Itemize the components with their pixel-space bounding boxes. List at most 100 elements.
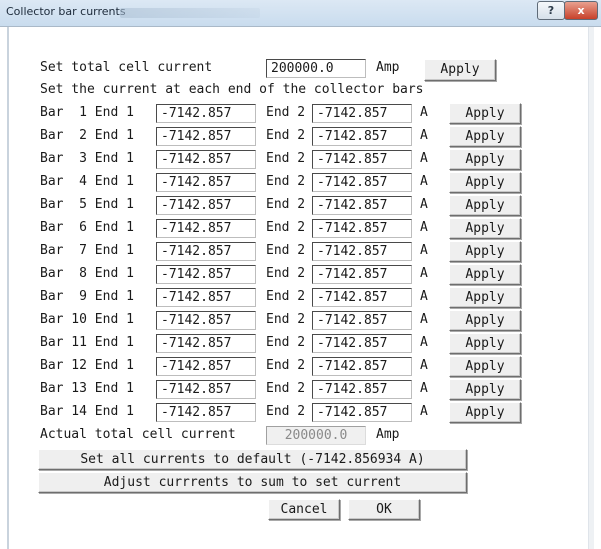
bar-label: Bar 10 End 1: [40, 312, 134, 327]
bar-apply-button[interactable]: Apply: [449, 126, 521, 147]
total-current-apply-button[interactable]: Apply: [424, 59, 496, 81]
bar-end1-input[interactable]: -7142.857: [156, 173, 256, 192]
bar-end2-input[interactable]: -7142.857: [312, 311, 412, 330]
bar-apply-button[interactable]: Apply: [449, 195, 521, 216]
bar-apply-button[interactable]: Apply: [449, 172, 521, 193]
bar-end2-input[interactable]: -7142.857: [312, 334, 412, 353]
bar-end1-input[interactable]: -7142.857: [156, 242, 256, 261]
bar-end1-input[interactable]: -7142.857: [156, 403, 256, 422]
bar-end2-input[interactable]: -7142.857: [312, 173, 412, 192]
bar-end2-label: End 2: [266, 151, 306, 166]
bar-apply-button[interactable]: Apply: [449, 310, 521, 331]
bar-label: Bar 6 End 1: [40, 220, 134, 235]
bar-end2-label: End 2: [266, 266, 306, 281]
window-frame-left: [7, 27, 9, 549]
bar-label: Bar 5 End 1: [40, 197, 134, 212]
bar-end2-label: End 2: [266, 174, 306, 189]
bar-label: Bar 7 End 1: [40, 243, 134, 258]
bar-end2-label: End 2: [266, 404, 306, 419]
bar-label: Bar 4 End 1: [40, 174, 134, 189]
bar-apply-button[interactable]: Apply: [449, 379, 521, 400]
bar-label: Bar 3 End 1: [40, 151, 134, 166]
bar-end1-input[interactable]: -7142.857: [156, 196, 256, 215]
bar-end2-label: End 2: [266, 335, 306, 350]
bar-unit: A: [420, 174, 428, 189]
help-button[interactable]: ?: [537, 1, 565, 20]
set-default-currents-button[interactable]: Set all currents to default (-7142.85693…: [38, 449, 467, 470]
bar-label: Bar 8 End 1: [40, 266, 134, 281]
actual-current-label: Actual total cell current: [40, 427, 236, 442]
bar-unit: A: [420, 335, 428, 350]
bar-apply-button[interactable]: Apply: [449, 103, 521, 124]
bar-apply-button[interactable]: Apply: [449, 356, 521, 377]
bar-end2-input[interactable]: -7142.857: [312, 127, 412, 146]
bar-unit: A: [420, 404, 428, 419]
bar-end2-input[interactable]: -7142.857: [312, 196, 412, 215]
bar-end1-input[interactable]: -7142.857: [156, 380, 256, 399]
bar-end2-input[interactable]: -7142.857: [312, 219, 412, 238]
bar-end2-input[interactable]: -7142.857: [312, 403, 412, 422]
bar-unit: A: [420, 151, 428, 166]
bar-unit: A: [420, 197, 428, 212]
bar-label: Bar 9 End 1: [40, 289, 134, 304]
bar-apply-button[interactable]: Apply: [449, 218, 521, 239]
bar-end2-input[interactable]: -7142.857: [312, 357, 412, 376]
total-current-unit: Amp: [376, 60, 400, 75]
bar-end2-input[interactable]: -7142.857: [312, 150, 412, 169]
bar-label: Bar 12 End 1: [40, 358, 134, 373]
total-current-input[interactable]: 200000.0: [266, 59, 366, 78]
window-frame-right: [588, 27, 594, 549]
bar-label: Bar 13 End 1: [40, 381, 134, 396]
bar-unit: A: [420, 358, 428, 373]
ok-button[interactable]: OK: [348, 499, 420, 520]
bar-label: Bar 11 End 1: [40, 335, 134, 350]
bar-apply-button[interactable]: Apply: [449, 287, 521, 308]
bar-unit: A: [420, 289, 428, 304]
bar-end2-label: End 2: [266, 105, 306, 120]
bar-end2-label: End 2: [266, 289, 306, 304]
close-button[interactable]: x: [564, 1, 598, 20]
bar-apply-button[interactable]: Apply: [449, 333, 521, 354]
bar-apply-button[interactable]: Apply: [449, 402, 521, 423]
total-current-label: Set total cell current: [40, 60, 213, 75]
bar-end1-input[interactable]: -7142.857: [156, 288, 256, 307]
bar-end2-label: End 2: [266, 381, 306, 396]
bar-end2-input[interactable]: -7142.857: [312, 288, 412, 307]
bar-end1-input[interactable]: -7142.857: [156, 219, 256, 238]
bar-end2-input[interactable]: -7142.857: [312, 265, 412, 284]
bar-end1-input[interactable]: -7142.857: [156, 104, 256, 123]
bar-label: Bar 1 End 1: [40, 105, 134, 120]
bar-end2-input[interactable]: -7142.857: [312, 104, 412, 123]
bar-end2-input[interactable]: -7142.857: [312, 380, 412, 399]
bar-end1-input[interactable]: -7142.857: [156, 334, 256, 353]
bar-end2-label: End 2: [266, 243, 306, 258]
bar-end2-label: End 2: [266, 197, 306, 212]
bar-apply-button[interactable]: Apply: [449, 149, 521, 170]
bar-unit: A: [420, 128, 428, 143]
bar-end1-input[interactable]: -7142.857: [156, 311, 256, 330]
bar-end2-label: End 2: [266, 220, 306, 235]
bar-end1-input[interactable]: -7142.857: [156, 127, 256, 146]
cancel-button[interactable]: Cancel: [268, 499, 340, 520]
bar-end2-label: End 2: [266, 358, 306, 373]
bar-end2-label: End 2: [266, 128, 306, 143]
bar-unit: A: [420, 381, 428, 396]
bar-unit: A: [420, 220, 428, 235]
title-bar-overlay: [120, 8, 260, 18]
bar-apply-button[interactable]: Apply: [449, 264, 521, 285]
bar-end1-input[interactable]: -7142.857: [156, 357, 256, 376]
bar-unit: A: [420, 105, 428, 120]
bar-end1-input[interactable]: -7142.857: [156, 150, 256, 169]
adjust-currents-button[interactable]: Adjust currrents to sum to set current: [38, 472, 467, 493]
window-title: Collector bar currents: [6, 5, 126, 18]
bar-unit: A: [420, 243, 428, 258]
title-bar: Collector bar currents ? x: [0, 0, 601, 27]
bar-unit: A: [420, 266, 428, 281]
bar-apply-button[interactable]: Apply: [449, 241, 521, 262]
bar-end2-input[interactable]: -7142.857: [312, 242, 412, 261]
actual-current-unit: Amp: [376, 427, 400, 442]
bar-label: Bar 14 End 1: [40, 404, 134, 419]
bar-unit: A: [420, 312, 428, 327]
bar-end1-input[interactable]: -7142.857: [156, 265, 256, 284]
bar-end2-label: End 2: [266, 312, 306, 327]
